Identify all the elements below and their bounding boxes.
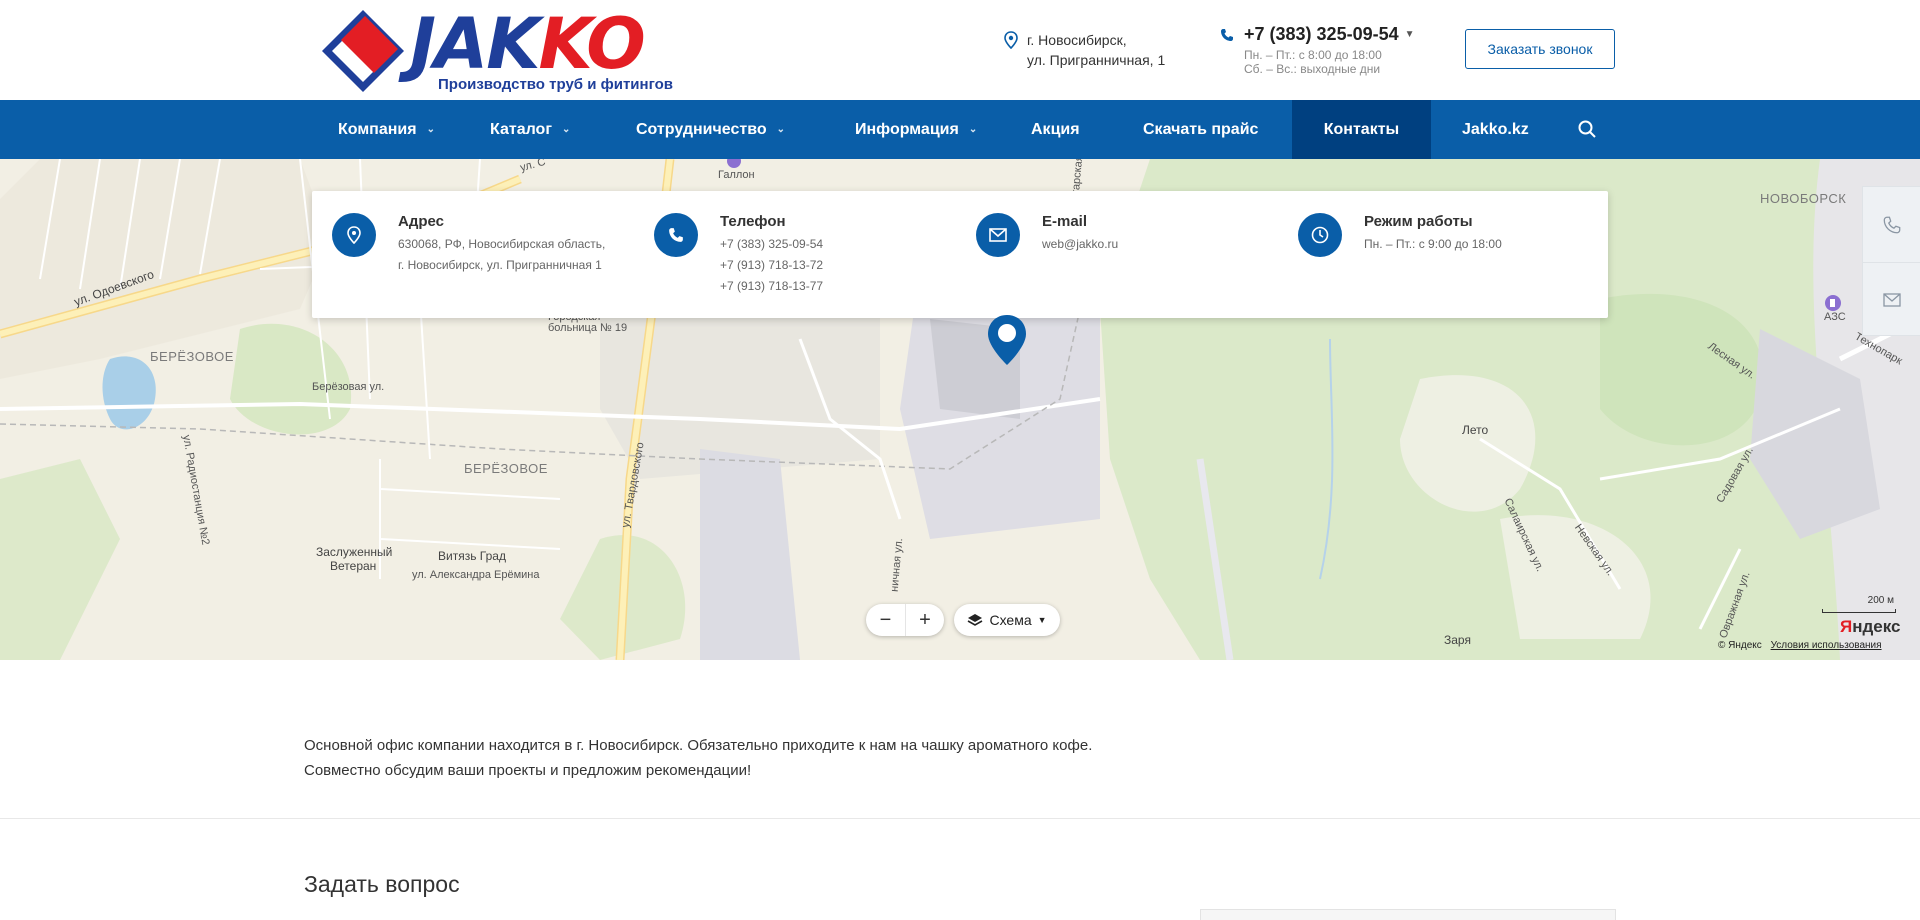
contact-email-link[interactable]: web@jakko.ru — [1042, 237, 1118, 251]
nav-item-label: Информация — [855, 120, 959, 138]
zoom-in-button[interactable]: + — [905, 604, 944, 636]
site-header: JAKKO Производство труб и фитингов г. Но… — [0, 0, 1920, 100]
logo-tagline: Производство труб и фитингов — [438, 76, 674, 93]
location-pin-icon — [1004, 31, 1018, 49]
nav-item-label: Каталог — [490, 120, 552, 138]
header-address: г. Новосибирск, ул. Пригранничная, 1 — [1003, 30, 1165, 70]
nav-item-jakko-kz[interactable]: Jakko.kz — [1462, 100, 1529, 159]
contact-address-line2: г. Новосибирск, ул. Пригранничная 1 — [398, 258, 602, 272]
contact-address-line1: 630068, РФ, Новосибирская область, — [398, 237, 606, 251]
contact-schedule-line: Пн. – Пт.: с 9:00 до 18:00 — [1364, 237, 1502, 251]
site-logo[interactable]: JAKKO Производство труб и фитингов — [318, 3, 690, 96]
yandex-logo[interactable]: Яндекс — [1840, 617, 1900, 637]
fuel-station-icon — [1825, 295, 1841, 311]
nav-item-contacts[interactable]: Контакты — [1292, 100, 1431, 159]
question-form-box[interactable] — [1200, 909, 1616, 920]
chevron-down-icon: ⌄ — [968, 124, 978, 135]
map-layer-label: Схема — [989, 612, 1032, 628]
map-zoom-controls: − + — [866, 604, 944, 636]
map-label-poi: Лето — [1462, 423, 1489, 437]
map-label-poi: АЗС — [1824, 311, 1846, 323]
mail-icon — [1882, 293, 1901, 307]
map-label-poi: больница № 19 — [548, 322, 628, 334]
phone-icon — [654, 213, 698, 257]
map-label-street: Берёзовая ул. — [312, 381, 385, 393]
ask-question-title: Задать вопрос — [304, 871, 460, 897]
search-icon[interactable] — [1577, 119, 1597, 139]
chevron-down-icon: ⌄ — [776, 124, 785, 135]
layers-icon — [968, 614, 983, 626]
map-copyright: © Яндекс Условия использования — [1718, 640, 1882, 651]
contact-phone-number[interactable]: +7 (913) 718-13-72 — [720, 258, 823, 272]
callback-button[interactable]: Заказать звонок — [1465, 29, 1615, 69]
contact-email-title: E-mail — [1042, 213, 1088, 230]
map-label-poi: Галлон — [718, 169, 755, 181]
map-terms-link[interactable]: Условия использования — [1771, 640, 1882, 651]
nav-item-label: Сотрудничество — [636, 120, 767, 138]
clock-icon — [1298, 213, 1342, 257]
intro-line1: Основной офис компании находится в г. Но… — [304, 737, 1093, 754]
map-label-poi: Ветеран — [330, 559, 377, 573]
map-label-district: БЕРЁЗОВОЕ — [464, 461, 548, 476]
side-contact-widget — [1862, 186, 1920, 336]
contacts-intro: Основной офис компании находится в г. Но… — [304, 733, 1092, 783]
map-scale-bar — [1822, 609, 1896, 613]
header-hours-weekend: Сб. – Вс.: выходные дни — [1244, 62, 1381, 76]
contact-phone-number[interactable]: +7 (383) 325-09-54 — [720, 237, 823, 251]
mail-icon — [976, 213, 1020, 257]
intro-line2: Совместно обсудим ваши проекты и предлож… — [304, 762, 752, 779]
map-label-district: НОВОБОРСК — [1760, 191, 1847, 206]
logo-wordmark: JAKKO — [410, 3, 646, 85]
header-address-line2: ул. Пригранничная, 1 — [1027, 52, 1166, 68]
shop-poi-icon — [727, 159, 741, 168]
map-scale-label: 200 м — [1867, 595, 1894, 606]
map-marker-icon[interactable] — [987, 314, 1027, 366]
phone-icon — [1883, 216, 1900, 233]
header-hours-weekdays: Пн. – Пт.: с 8:00 до 18:00 — [1244, 48, 1382, 62]
contacts-info-card: Адрес 630068, РФ, Новосибирская область,… — [312, 191, 1608, 318]
header-phone-block: +7 (383) 325-09-54 ▼ Пн. – Пт.: с 8:00 д… — [1220, 24, 1415, 76]
map-layer-button[interactable]: Схема ▼ — [954, 604, 1060, 636]
nav-item-information[interactable]: Информация ⌄ — [855, 100, 977, 159]
contact-phone-number[interactable]: +7 (913) 718-13-77 — [720, 279, 823, 293]
contact-address-title: Адрес — [398, 213, 445, 230]
chevron-down-icon: ⌄ — [426, 124, 435, 135]
map-copyright-text: © Яндекс — [1718, 640, 1762, 651]
nav-item-price-download[interactable]: Скачать прайс — [1143, 100, 1258, 159]
map-label-poi: Витязь Град — [438, 549, 506, 563]
side-phone-button[interactable] — [1863, 187, 1920, 262]
main-navigation: Компания ⌄ Каталог ⌄ Сотрудничество ⌄ Инфор… — [0, 100, 1920, 159]
contact-schedule-title: Режим работы — [1364, 213, 1473, 230]
phone-icon — [1221, 29, 1233, 41]
header-phone-number[interactable]: +7 (383) 325-09-54 — [1244, 24, 1399, 45]
map-label-poi: Заря — [1444, 633, 1471, 647]
header-phone-dropdown[interactable]: +7 (383) 325-09-54 ▼ — [1244, 24, 1415, 45]
map-label-street: ул. Александра Ерёмина — [412, 569, 540, 581]
chevron-down-icon: ⌄ — [561, 124, 571, 135]
yandex-map[interactable]: Галлон ул. Одоевского БЕРЁЗОВОЕ БЕРЁЗОВО… — [0, 159, 1920, 660]
section-divider — [0, 818, 1920, 819]
nav-item-catalog[interactable]: Каталог ⌄ — [490, 100, 570, 159]
zoom-out-button[interactable]: − — [866, 604, 905, 636]
location-pin-icon — [332, 213, 376, 257]
map-label-poi: Заслуженный — [316, 545, 393, 559]
map-label-district: БЕРЁЗОВОЕ — [150, 349, 234, 364]
caret-down-icon: ▼ — [1404, 29, 1415, 40]
caret-down-icon: ▼ — [1037, 615, 1047, 625]
nav-item-label: Компания — [338, 120, 417, 138]
nav-item-cooperation[interactable]: Сотрудничество ⌄ — [636, 100, 785, 159]
header-address-line1: г. Новосибирск, — [1027, 32, 1127, 48]
nav-item-promo[interactable]: Акция — [1031, 100, 1080, 159]
side-mail-button[interactable] — [1863, 262, 1920, 337]
contact-phone-title: Телефон — [720, 213, 786, 230]
logo-mark-icon — [322, 10, 404, 92]
nav-item-company[interactable]: Компания ⌄ — [338, 100, 435, 159]
